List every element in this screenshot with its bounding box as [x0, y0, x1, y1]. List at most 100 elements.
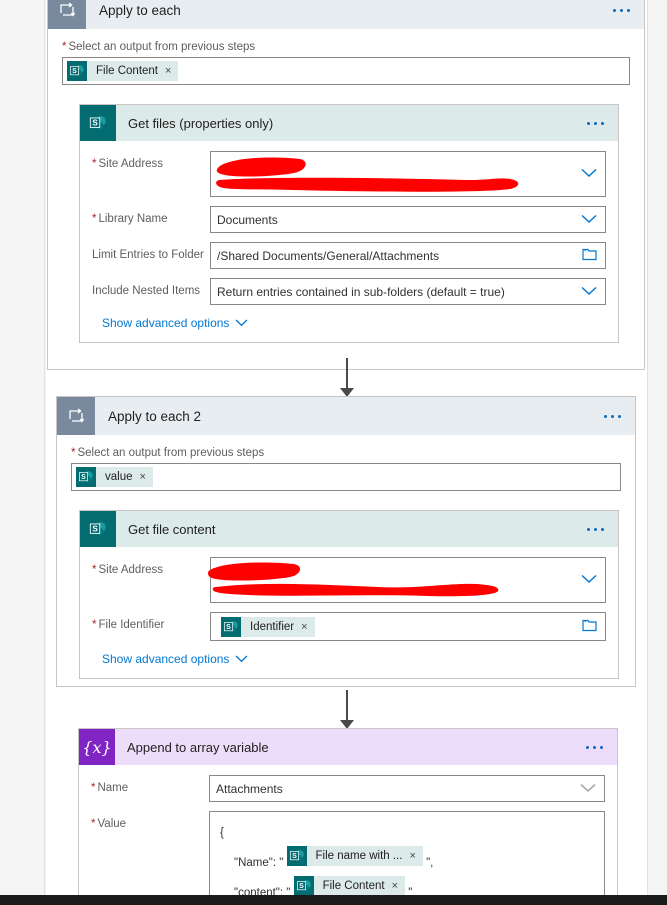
append-variable-overflow-menu[interactable]: [586, 745, 617, 749]
field-row-file-identifier: * File Identifier S Identifier ×: [92, 612, 606, 641]
chevron-down-icon[interactable]: [581, 167, 597, 181]
chevron-down-icon: [235, 319, 248, 327]
get-files-body: * Site Address * Library Name Documents …: [80, 141, 618, 342]
required-asterisk: *: [92, 213, 97, 225]
get-files-overflow-menu[interactable]: [587, 121, 618, 125]
field-label-variable-name: * Name: [91, 782, 129, 794]
field-row-variable-name: * Name Attachments: [91, 775, 605, 802]
chevron-down-icon[interactable]: [581, 573, 597, 587]
loop-1-title: Apply to each: [99, 2, 181, 18]
field-label-file-identifier: * File Identifier: [92, 619, 165, 631]
site-address-input-2[interactable]: [210, 557, 606, 603]
field-label-include-nested: Include Nested Items: [92, 285, 201, 297]
loop-icon: [57, 397, 95, 435]
action-card-append-to-array-variable[interactable]: {x} Append to array variable * Name Attac…: [78, 728, 618, 905]
loop-1-output-label: * Select an output from previous steps: [62, 41, 256, 53]
required-asterisk: *: [92, 158, 97, 170]
sharepoint-icon: S: [286, 846, 307, 866]
svg-text:S: S: [92, 524, 98, 533]
variable-name-select[interactable]: Attachments: [209, 775, 605, 802]
limit-entries-input[interactable]: /Shared Documents/General/Attachments: [210, 242, 606, 269]
loop-2-overflow-menu[interactable]: [604, 414, 635, 418]
token-remove-icon[interactable]: ×: [165, 65, 178, 77]
field-row-site-address: * Site Address: [92, 151, 606, 197]
required-asterisk: *: [92, 619, 97, 631]
action-card-get-file-content[interactable]: S Get file content * Site Address * File…: [79, 510, 619, 679]
loop-2-header[interactable]: Apply to each 2: [57, 397, 635, 435]
apply-to-each-loop-1[interactable]: Apply to each * Select an output from pre…: [47, 0, 645, 370]
loop-1-overflow-menu[interactable]: [613, 8, 644, 12]
sharepoint-icon: S: [221, 616, 241, 637]
required-asterisk: *: [71, 447, 76, 459]
chevron-down-icon[interactable]: [581, 213, 597, 227]
show-advanced-options-get-file-content[interactable]: Show advanced options: [102, 652, 248, 666]
field-row-library-name: * Library Name Documents: [92, 206, 606, 233]
loop-1-output-input[interactable]: S File Content ×: [62, 57, 630, 85]
loop-1-header[interactable]: Apply to each: [48, 0, 644, 29]
folder-picker-icon[interactable]: [582, 619, 597, 635]
svg-text:S: S: [81, 474, 86, 481]
sharepoint-icon: S: [80, 511, 116, 547]
connector-arrow-1: [337, 358, 357, 398]
token-chip-file-content[interactable]: S File Content ×: [67, 61, 179, 81]
include-nested-select[interactable]: Return entries contained in sub-folders …: [210, 278, 606, 305]
append-variable-header[interactable]: {x} Append to array variable: [79, 729, 617, 765]
limit-entries-value: /Shared Documents/General/Attachments: [217, 248, 440, 263]
token-remove-icon[interactable]: ×: [409, 843, 422, 869]
folder-picker-icon[interactable]: [582, 248, 597, 264]
bottom-bar: [0, 895, 667, 905]
svg-text:S: S: [292, 853, 297, 860]
token-label: File Content: [96, 65, 159, 77]
field-row-variable-value: * Value { "Name": " S File name with ...…: [91, 811, 605, 905]
variable-value-editor[interactable]: { "Name": " S File name with ... × ", "c…: [209, 811, 605, 905]
get-file-content-overflow-menu[interactable]: [587, 527, 618, 531]
get-files-header[interactable]: S Get files (properties only): [80, 105, 618, 141]
append-variable-body: * Name Attachments * Value {"Name": " S…: [79, 765, 617, 905]
required-asterisk: *: [91, 782, 96, 794]
flow-panel: Apply to each * Select an output from pre…: [46, 0, 647, 905]
token-chip-file-content-2[interactable]: S File Content ×: [293, 876, 406, 896]
sharepoint-icon: S: [80, 105, 116, 141]
json-key-name: "Name": ": [234, 857, 284, 869]
advanced-label: Show advanced options: [102, 316, 230, 330]
variable-name-value: Attachments: [216, 781, 283, 796]
left-gutter: [0, 0, 45, 895]
token-chip-value[interactable]: S value ×: [76, 467, 153, 487]
token-label: Identifier: [250, 620, 295, 633]
library-name-select[interactable]: Documents: [210, 206, 606, 233]
token-chip-file-name-with-extension[interactable]: S File name with ... ×: [286, 843, 423, 869]
token-chip-identifier[interactable]: S Identifier ×: [221, 616, 315, 637]
json-line-name: "Name": " S File name with ... × ",: [220, 846, 594, 876]
field-label-site-address-2: * Site Address: [92, 564, 164, 576]
token-remove-icon[interactable]: ×: [301, 621, 314, 633]
loop-2-output-input[interactable]: S value ×: [71, 463, 621, 491]
field-label-variable-value: * Value: [91, 818, 127, 830]
token-remove-icon[interactable]: ×: [140, 471, 153, 483]
chevron-down-icon[interactable]: [581, 285, 597, 299]
required-asterisk: *: [62, 41, 67, 53]
field-label-library-name: * Library Name: [92, 213, 168, 225]
file-identifier-input[interactable]: S Identifier ×: [210, 612, 606, 641]
show-advanced-options-get-files[interactable]: Show advanced options: [102, 316, 248, 330]
connector-arrow-2: [337, 690, 357, 730]
library-name-value: Documents: [217, 212, 278, 227]
right-gutter: [647, 0, 667, 895]
field-row-include-nested: Include Nested Items Return entries cont…: [92, 278, 606, 305]
variable-icon: {x}: [79, 729, 115, 765]
field-row-site-address-2: * Site Address: [92, 557, 606, 603]
action-card-get-files[interactable]: S Get files (properties only) * Site Addr…: [79, 104, 619, 343]
svg-text:S: S: [226, 623, 231, 630]
sharepoint-icon: S: [67, 61, 87, 81]
apply-to-each-loop-2[interactable]: Apply to each 2 * Select an output from p…: [56, 396, 636, 687]
get-file-content-header[interactable]: S Get file content: [80, 511, 618, 547]
site-address-input[interactable]: [210, 151, 606, 197]
sharepoint-icon: S: [293, 876, 314, 896]
include-nested-value: Return entries contained in sub-folders …: [217, 284, 505, 299]
token-label: File name with ...: [315, 850, 403, 862]
sharepoint-icon: S: [76, 467, 96, 487]
required-asterisk: *: [91, 818, 96, 830]
token-label: value: [105, 471, 133, 483]
svg-text:S: S: [92, 118, 98, 127]
chevron-down-icon[interactable]: [580, 782, 596, 796]
field-label-site-address: * Site Address: [92, 158, 164, 170]
